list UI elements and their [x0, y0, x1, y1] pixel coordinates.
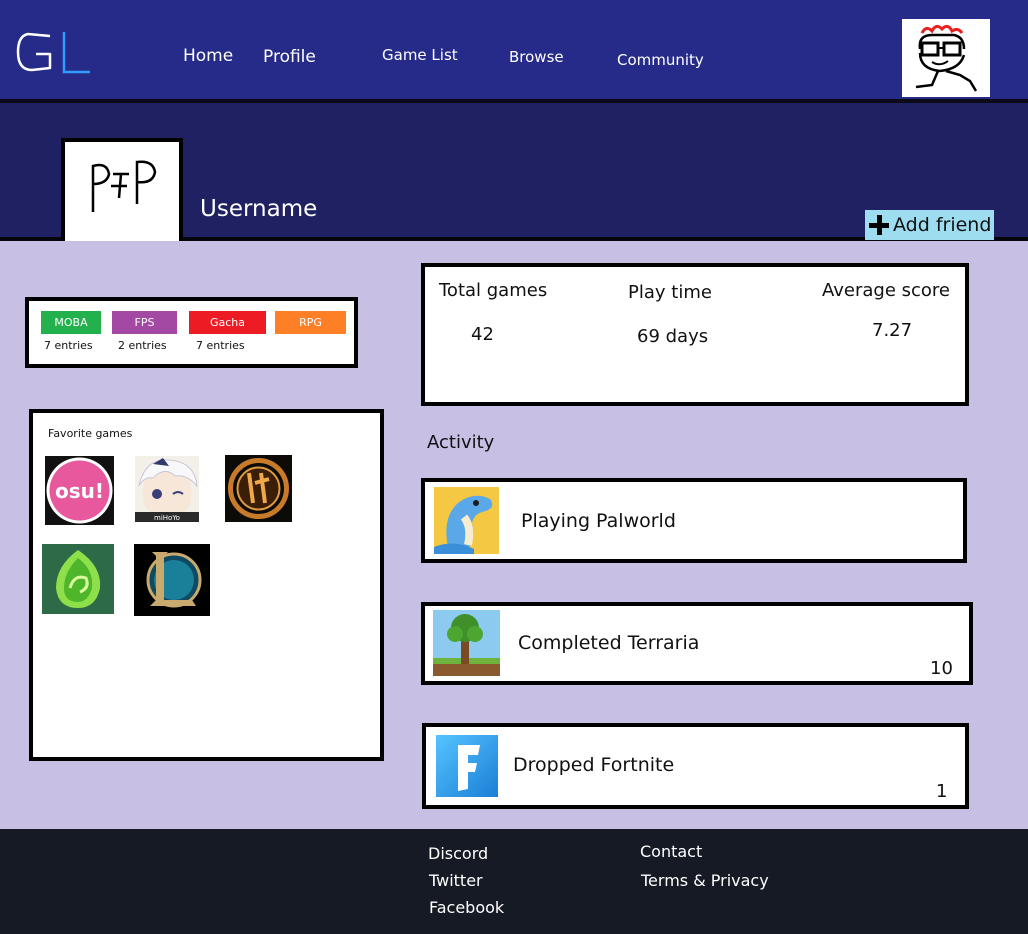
tag-gacha[interactable]: Gacha	[189, 311, 266, 334]
tag-label: FPS	[134, 316, 155, 329]
profile-picture[interactable]	[61, 138, 183, 241]
tag-label: MOBA	[54, 316, 88, 329]
tag-fps[interactable]: FPS	[112, 311, 177, 334]
genshin-paimon-icon[interactable]: miHoYo	[135, 456, 199, 522]
gl-logo[interactable]	[14, 28, 94, 78]
nav-profile[interactable]: Profile	[263, 47, 316, 67]
average-score-label: Average score	[822, 280, 951, 301]
activity-text: Playing Palworld	[521, 510, 676, 532]
activity-score: 10	[930, 658, 953, 679]
activity-item[interactable]: Playing Palworld	[421, 478, 967, 563]
footer-discord-link[interactable]: Discord	[428, 844, 488, 863]
plus-icon	[869, 215, 889, 235]
palworld-icon	[434, 487, 499, 554]
footer-terms-link[interactable]: Terms & Privacy	[641, 871, 769, 890]
favorite-games-title: Favorite games	[48, 427, 133, 440]
nav-game-list[interactable]: Game List	[382, 46, 458, 64]
osu-icon[interactable]: osu!	[45, 456, 114, 525]
fortnite-icon	[436, 735, 498, 797]
total-games-label: Total games	[439, 280, 548, 301]
nav-browse[interactable]: Browse	[509, 48, 564, 66]
play-time-label: Play time	[628, 282, 712, 303]
footer-facebook-link[interactable]: Facebook	[429, 898, 504, 917]
activity-text: Completed Terraria	[518, 632, 700, 654]
activity-heading: Activity	[427, 432, 495, 453]
footer-twitter-link[interactable]: Twitter	[429, 871, 483, 890]
pfp-placeholder-icon	[91, 160, 157, 212]
genre-tags-panel: MOBA 7 entries FPS 2 entries Gacha 7 ent…	[25, 297, 358, 368]
user-avatar[interactable]	[902, 19, 990, 97]
nav-home[interactable]: Home	[183, 46, 233, 66]
activity-item[interactable]: Completed Terraria 10	[421, 602, 973, 685]
activity-item[interactable]: Dropped Fortnite 1	[422, 723, 969, 809]
tag-count: 7 entries	[44, 339, 93, 352]
tag-count: 7 entries	[196, 339, 245, 352]
tag-count: 2 entries	[118, 339, 167, 352]
star-wars-old-republic-icon[interactable]	[225, 455, 292, 522]
footer-contact-link[interactable]: Contact	[640, 842, 702, 861]
tag-moba[interactable]: MOBA	[41, 311, 101, 334]
avatar-doodle-icon	[915, 24, 978, 92]
svg-text:miHoYo: miHoYo	[154, 514, 180, 522]
play-time-value: 69 days	[637, 326, 709, 347]
tag-label: Gacha	[209, 316, 246, 329]
svg-text:osu!: osu!	[55, 479, 104, 503]
footer: Discord Twitter Facebook Contact Terms &…	[0, 829, 1028, 934]
tag-rpg[interactable]: RPG	[275, 311, 346, 334]
nav-community[interactable]: Community	[617, 51, 704, 69]
activity-text: Dropped Fortnite	[513, 754, 675, 776]
favorite-games-panel: Favorite games osu! miHoYo	[29, 409, 384, 761]
activity-score: 1	[936, 781, 948, 802]
add-friend-button[interactable]: Add friend	[865, 210, 994, 240]
terraria-icon	[433, 610, 500, 676]
league-of-legends-icon[interactable]	[134, 544, 210, 616]
tag-label: RPG	[299, 316, 322, 329]
profile-username: Username	[200, 196, 318, 222]
stats-panel: Total games 42 Play time 69 days Average…	[421, 263, 969, 406]
add-friend-label: Add friend	[893, 214, 992, 236]
total-games-value: 42	[471, 324, 494, 345]
green-dragon-egg-icon[interactable]	[42, 544, 114, 614]
average-score-value: 7.27	[872, 320, 913, 341]
